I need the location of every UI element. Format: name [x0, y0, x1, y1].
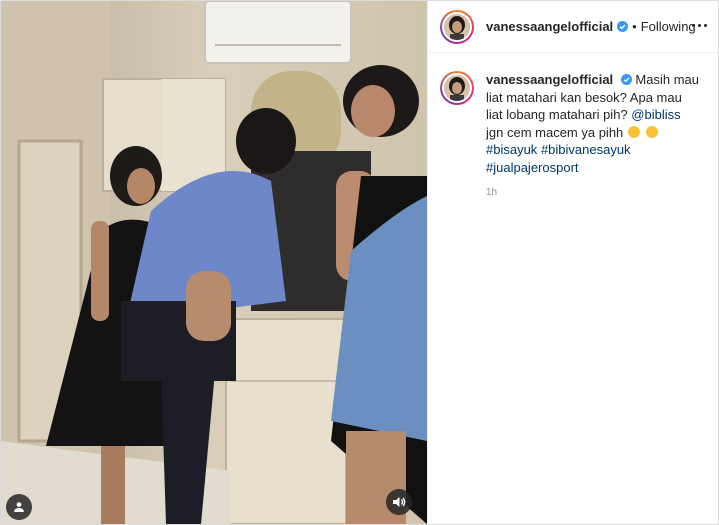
user-tag-icon	[14, 502, 24, 512]
caption-avatar[interactable]	[440, 71, 474, 105]
speaker-icon	[393, 497, 406, 507]
post-sidebar: vanessaangelofficial • Following vanessa…	[427, 1, 718, 524]
hashtag-link[interactable]: #bibivanesayuk	[541, 142, 631, 157]
caption-block: vanessaangelofficial Masih mau liat mata…	[428, 53, 718, 202]
caption-body-2: jgn cem macem ya pihh	[486, 124, 624, 140]
verified-badge-icon	[617, 21, 629, 32]
hashtag-link[interactable]: #jualpajerosport	[486, 160, 579, 175]
instagram-post: vanessaangelofficial • Following vanessa…	[0, 0, 719, 525]
profile-photo-icon	[444, 13, 470, 40]
header-username[interactable]: vanessaangelofficial	[486, 19, 613, 34]
user-tag-button[interactable]	[6, 494, 32, 520]
header-separator: •	[632, 19, 637, 34]
caption-text: vanessaangelofficial Masih mau liat mata…	[486, 71, 700, 202]
profile-photo-icon	[444, 75, 470, 101]
post-video[interactable]	[1, 1, 427, 524]
audio-toggle-button[interactable]	[386, 489, 412, 515]
verified-badge-icon	[620, 74, 632, 85]
emoji-icon	[627, 125, 640, 138]
caption-username[interactable]: vanessaangelofficial	[486, 72, 613, 87]
post-header: vanessaangelofficial • Following	[428, 1, 718, 53]
hashtag-link[interactable]: #bisayuk	[486, 142, 537, 157]
more-horizontal-icon	[690, 23, 708, 27]
mention-link[interactable]: @bibliss	[631, 107, 680, 122]
avatar[interactable]	[440, 9, 474, 44]
more-options-button[interactable]	[688, 15, 710, 35]
video-frame	[1, 1, 427, 524]
emoji-icon	[645, 125, 658, 138]
post-timestamp[interactable]: 1h	[486, 184, 700, 202]
